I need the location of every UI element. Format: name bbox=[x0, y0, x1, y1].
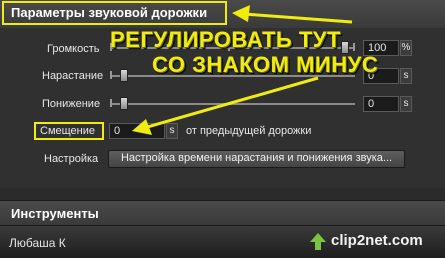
user-name: Любаша К bbox=[9, 236, 66, 250]
watermark: clip2net.com bbox=[309, 231, 439, 253]
tools-section-title: Инструменты bbox=[11, 206, 99, 221]
annotation-line-1: РЕГУЛИРОВАТЬ ТУТ bbox=[110, 27, 341, 52]
tools-section-header[interactable]: Инструменты bbox=[0, 200, 445, 226]
annotation-line-2: СО ЗНАКОМ МИНУС bbox=[152, 52, 379, 77]
footer: Любаша К clip2net.com bbox=[0, 226, 445, 258]
watermark-text: clip2net.com bbox=[331, 232, 423, 249]
